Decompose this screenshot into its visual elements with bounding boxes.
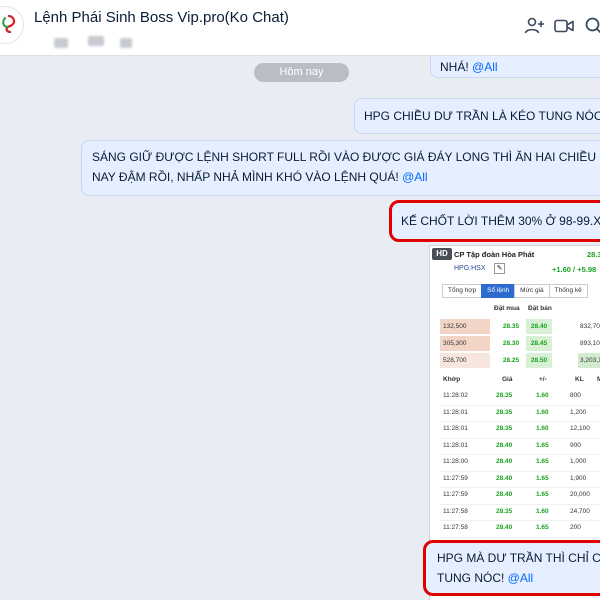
orderbook-row: 528,700 28.25 28.50 3,203,10 xyxy=(440,353,600,368)
group-logo-icon xyxy=(2,15,16,33)
message-bubble[interactable]: HPG CHIỀU DƯ TRẦN LÀ KÉO TUNG NÓC! @ xyxy=(354,98,600,134)
match-header-volume: KL xyxy=(575,376,584,383)
stock-change: +1.60 / +5.98 xyxy=(552,265,597,274)
tab-overview: Tổng hợp xyxy=(442,284,483,298)
match-price: 28.40 xyxy=(496,524,513,531)
mention-all[interactable]: @All xyxy=(508,571,534,585)
tab-price-level: Mức giá xyxy=(514,284,550,298)
stock-ticker: HPG:HSX xyxy=(454,265,486,272)
stock-price: 28.3 xyxy=(587,250,600,259)
message-text-line: HPG MÀ DƯ TRẦN THÌ CHỈ CÓ xyxy=(437,551,600,565)
match-time: 11:28:02 xyxy=(443,392,468,399)
match-price: 28.35 xyxy=(496,392,513,399)
message-bubble-highlighted[interactable]: KẾ CHỐT LỜI THÊM 30% Ở 98-99.X! @ xyxy=(389,200,600,242)
match-chg: 1.60 xyxy=(536,425,549,432)
match-row: 11:27:59 28.40 1.65 1,900 xyxy=(440,471,600,488)
match-header-change: +/- xyxy=(539,376,547,383)
match-vol: 200 xyxy=(570,524,581,531)
match-row: 11:27:58 28.40 1.65 200 xyxy=(440,520,600,538)
match-vol: 900 xyxy=(570,441,581,449)
match-price: 28.40 xyxy=(496,491,513,498)
match-chg: 1.60 xyxy=(536,408,549,416)
match-vol: 1,200 xyxy=(570,408,587,416)
match-row: 11:28:02 28.35 1.60 800 xyxy=(440,388,600,406)
match-vol: 20,000 xyxy=(570,491,590,498)
match-price: 28.40 xyxy=(496,458,513,465)
orderbook-row: 132,500 28.35 28.40 832,70 xyxy=(440,319,600,334)
match-chg: 1.60 xyxy=(536,392,549,399)
match-price: 28.35 xyxy=(496,425,513,432)
match-vol: 800 xyxy=(570,392,581,399)
message-text: HPG CHIỀU DƯ TRẦN LÀ KÉO TUNG NÓC! xyxy=(364,109,600,123)
message-bubble[interactable]: SÁNG GIỮ ĐƯỢC LỆNH SHORT FULL RỒI VÀO ĐƯ… xyxy=(81,140,600,196)
hd-badge: HD xyxy=(432,248,452,260)
date-separator: Hôm nay xyxy=(254,63,349,82)
match-row: 11:28:01 28.40 1.65 900 xyxy=(440,438,600,455)
group-avatar[interactable] xyxy=(0,6,24,44)
chat-header: Lệnh Phái Sinh Boss Vip.pro(Ko Chat) xyxy=(0,0,600,56)
message-list[interactable]: NHÁ! @All Hôm nay HPG CHIỀU DƯ TRẦN LÀ K… xyxy=(0,56,600,600)
match-header-price: Giá xyxy=(502,376,513,383)
match-vol: 1,900 xyxy=(570,474,587,482)
match-time: 11:27:58 xyxy=(443,507,468,515)
orderbook-header-ask: Đặt bán xyxy=(528,305,552,312)
tab-orderbook: Sổ lệnh xyxy=(481,284,516,298)
stock-tabs: Tổng hợp Sổ lệnh Mức giá Thống kê xyxy=(442,284,588,298)
match-chg: 1.65 xyxy=(536,491,549,498)
match-vol: 24,700 xyxy=(570,507,590,515)
match-time: 11:28:00 xyxy=(443,458,468,465)
match-price: 28.40 xyxy=(496,441,513,449)
message-bubble[interactable]: NHÁ! @All xyxy=(430,56,600,78)
match-chg: 1.65 xyxy=(536,474,549,482)
match-header-time: Khớp xyxy=(443,376,461,383)
match-vol: 1,000 xyxy=(570,458,587,465)
match-time: 11:27:59 xyxy=(443,491,468,498)
mention-all[interactable]: @All xyxy=(402,170,428,184)
tab-stats: Thống kê xyxy=(548,284,588,298)
stock-name: CP Tập đoàn Hòa Phát xyxy=(454,250,535,259)
match-row: 11:27:58 28.35 1.60 24,700 xyxy=(440,504,600,521)
message-text-line: NAY ĐẬM RỒI, NHẤP NHẢ MÌNH KHÓ VÀO LỆNH … xyxy=(92,170,403,184)
match-price: 28.40 xyxy=(496,474,513,482)
message-text: NHÁ! xyxy=(440,60,473,74)
message-bubble-highlighted[interactable]: HPG MÀ DƯ TRẦN THÌ CHỈ CÓ TUNG NÓC! @All xyxy=(423,540,600,596)
chat-title: Lệnh Phái Sinh Boss Vip.pro(Ko Chat) xyxy=(34,9,289,26)
match-time: 11:27:59 xyxy=(443,474,468,482)
message-text: KẾ CHỐT LỜI THÊM 30% Ở 98-99.X! xyxy=(401,214,600,228)
match-row: 11:28:01 28.35 1.60 1,200 xyxy=(440,405,600,422)
match-chg: 1.65 xyxy=(536,524,549,531)
match-chg: 1.60 xyxy=(536,507,549,515)
match-price: 28.35 xyxy=(496,507,513,515)
orderbook-header-bid: Đặt mua xyxy=(494,305,520,312)
video-call-icon[interactable] xyxy=(552,14,576,38)
match-row: 11:28:00 28.40 1.65 1,000 xyxy=(440,454,600,472)
match-row: 11:28:01 28.35 1.60 12,100 xyxy=(440,421,600,439)
match-time: 11:28:01 xyxy=(443,441,468,449)
match-chg: 1.65 xyxy=(536,458,549,465)
match-row: 11:27:59 28.40 1.65 20,000 xyxy=(440,487,600,505)
message-text-line: SÁNG GIỮ ĐƯỢC LỆNH SHORT FULL RỒI VÀO ĐƯ… xyxy=(92,150,600,164)
match-time: 11:27:58 xyxy=(443,524,468,531)
mention-all[interactable]: @All xyxy=(472,60,498,74)
match-chg: 1.65 xyxy=(536,441,549,449)
message-text-line: TUNG NÓC! xyxy=(437,571,508,585)
orderbook-row: 305,300 28.30 28.45 893,10 xyxy=(440,336,600,351)
add-member-icon[interactable] xyxy=(522,14,546,38)
match-time: 11:28:01 xyxy=(443,425,468,432)
match-time: 11:28:01 xyxy=(443,408,468,416)
search-icon[interactable] xyxy=(582,14,600,38)
edit-icon: ✎ xyxy=(494,263,505,274)
match-vol: 12,100 xyxy=(570,425,590,432)
match-price: 28.35 xyxy=(496,408,513,416)
